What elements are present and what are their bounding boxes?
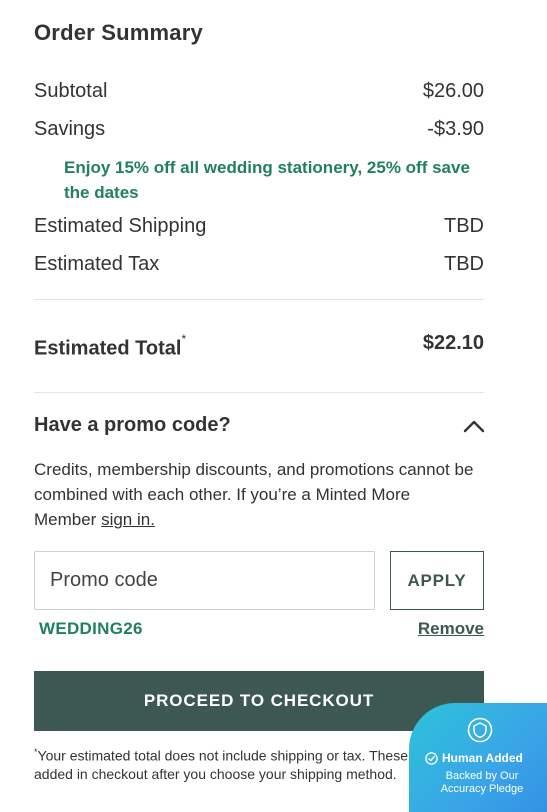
savings-label: Savings — [34, 118, 106, 140]
order-summary-panel: Order Summary Subtotal $26.00 Savings -$… — [0, 0, 547, 812]
divider — [34, 392, 484, 393]
order-summary-title: Order Summary — [34, 20, 203, 45]
estimated-total-text: Estimated Total — [34, 337, 182, 360]
shipping-label: Estimated Shipping — [34, 215, 207, 237]
badge-title: Human Added — [442, 751, 523, 765]
estimated-total-value: $22.10 — [422, 332, 484, 354]
total-disclaimer: *Your estimated total does not include s… — [34, 743, 454, 783]
tax-row: Estimated Tax TBD — [34, 253, 484, 276]
remove-promo-link[interactable]: Remove — [418, 619, 484, 639]
subtotal-value: $26.00 — [422, 80, 484, 102]
promo-code-heading[interactable]: Have a promo code? — [34, 414, 231, 437]
shipping-row: Estimated Shipping TBD — [34, 215, 484, 238]
apply-button[interactable]: APPLY — [390, 551, 484, 610]
shipping-value: TBD — [444, 215, 484, 237]
tax-label: Estimated Tax — [34, 253, 160, 275]
check-circle-icon — [425, 751, 438, 765]
promo-savings-note: Enjoy 15% off all wedding stationery, 25… — [64, 158, 470, 202]
promo-code-input[interactable] — [35, 552, 374, 609]
applied-promo-code: WEDDING26 — [39, 619, 143, 638]
promo-code-field[interactable] — [34, 551, 375, 610]
divider — [34, 299, 484, 300]
disclaimer-text: Your estimated total does not include sh… — [34, 747, 451, 782]
chevron-up-icon[interactable] — [463, 418, 485, 434]
accuracy-pledge-badge[interactable]: Human Added Backed by Our Accuracy Pledg… — [409, 703, 547, 812]
savings-row: Savings -$3.90 — [34, 118, 484, 141]
tax-value: TBD — [444, 253, 484, 275]
shield-icon — [467, 717, 493, 743]
badge-subtitle: Backed by Our Accuracy Pledge — [440, 770, 524, 795]
promo-description-text: Credits, membership discounts, and promo… — [34, 460, 474, 529]
promo-description: Credits, membership discounts, and promo… — [34, 457, 474, 532]
subtotal-label: Subtotal — [34, 80, 108, 102]
total-asterisk: * — [181, 332, 187, 346]
badge-title-row: Human Added — [425, 751, 523, 765]
savings-value: -$3.90 — [427, 118, 484, 140]
estimated-total-label: Estimated Total* — [34, 332, 186, 361]
sign-in-link[interactable]: sign in. — [101, 510, 155, 529]
subtotal-row: Subtotal $26.00 — [34, 80, 484, 103]
